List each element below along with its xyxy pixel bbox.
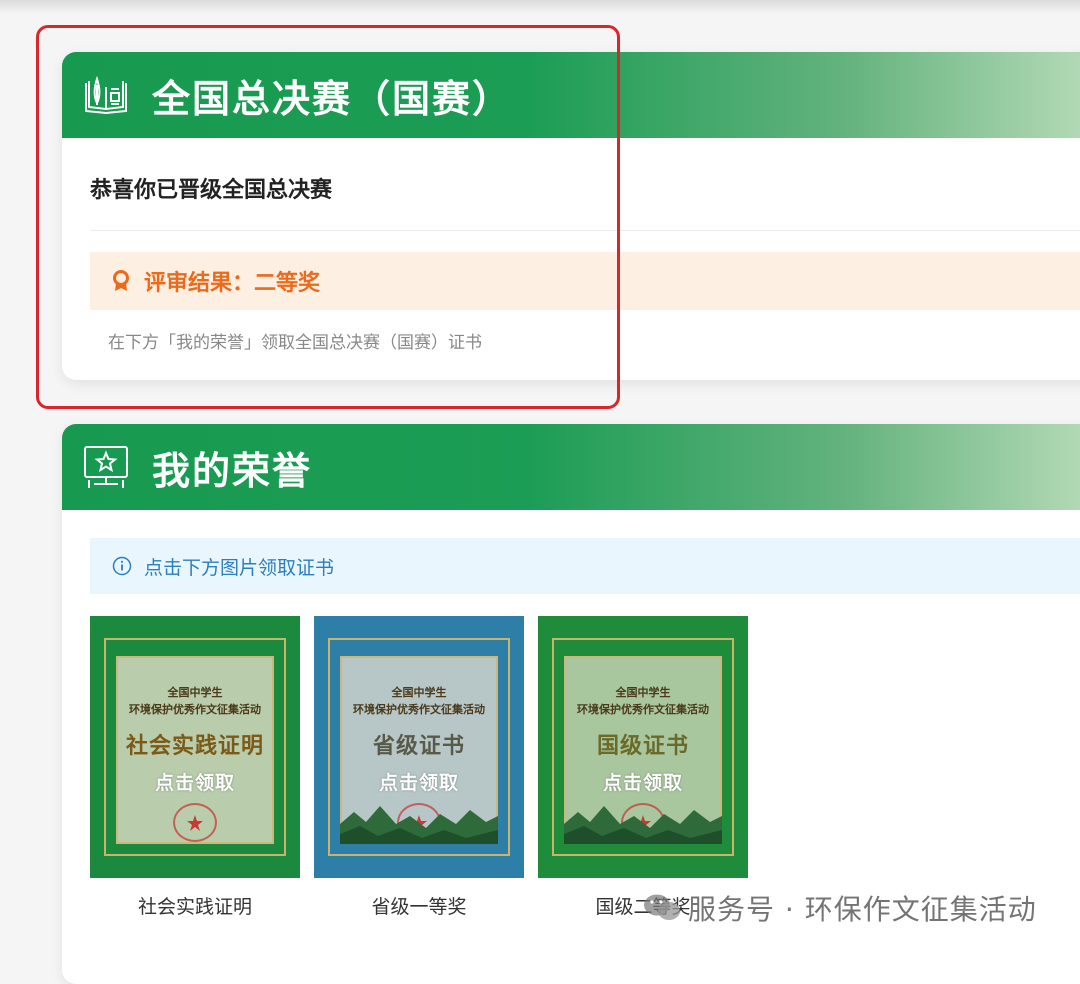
certificate-caption[interactable]: 省级一等奖: [314, 892, 524, 919]
certificate-org: 全国中学生 环境保护优秀作文征集活动: [353, 686, 485, 716]
result-bar: 评审结果：二等奖: [90, 252, 1080, 310]
certificate-provincial[interactable]: 全国中学生 环境保护优秀作文征集活动 省级证书 点击领取 省级一等奖: [314, 616, 524, 919]
mountain-decoration: [340, 806, 498, 844]
certificate-org: 全国中学生 环境保护优秀作文征集活动: [129, 686, 261, 716]
certificate-title: 国级证书: [596, 733, 689, 759]
certificate-image[interactable]: 全国中学生 环境保护优秀作文征集活动 省级证书 点击领取: [314, 616, 524, 878]
certificate-org: 全国中学生 环境保护优秀作文征集活动: [577, 686, 709, 716]
certificate-claim-label: 点击领取: [378, 772, 459, 794]
certificate-list: 全国中学生 环境保护优秀作文征集活动 社会实践证明 点击领取 社会实践证明 全国…: [90, 616, 748, 919]
top-shadow: [0, 0, 1080, 14]
certificate-title: 社会实践证明: [125, 733, 264, 759]
certificate-image[interactable]: 全国中学生 环境保护优秀作文征集活动 社会实践证明 点击领取: [90, 616, 300, 878]
certificate-title: 省级证书: [372, 733, 465, 759]
certificate-social-practice[interactable]: 全国中学生 环境保护优秀作文征集活动 社会实践证明 点击领取 社会实践证明: [90, 616, 300, 919]
claim-hint-text: 在下方「我的荣誉」领取全国总决赛（国赛）证书: [108, 333, 482, 353]
my-honors-header: 我的荣誉: [62, 424, 1080, 510]
certificate-claim-label: 点击领取: [154, 772, 235, 794]
certificate-image[interactable]: 全国中学生 环境保护优秀作文征集活动 国级证书 点击领取: [538, 616, 748, 878]
watermark-text: 服务号 · 环保作文征集活动: [688, 893, 1037, 926]
certificate-caption[interactable]: 社会实践证明: [90, 892, 300, 919]
national-final-header: 全国总决赛（国赛）: [62, 52, 1080, 138]
my-honors-title: 我的荣誉: [152, 448, 313, 493]
book-plant-icon: [82, 71, 130, 119]
seal-icon: [173, 803, 217, 842]
certificate-paper: 全国中学生 环境保护优秀作文征集活动 社会实践证明 点击领取: [116, 656, 274, 844]
mountain-decoration: [564, 806, 722, 844]
national-final-card: 全国总决赛（国赛） 恭喜你已晋级全国总决赛 评审结果：二等奖 在下方「我的荣誉」…: [62, 52, 1080, 380]
national-final-title: 全国总决赛（国赛）: [152, 76, 513, 121]
wechat-icon: [642, 892, 682, 924]
divider: [90, 230, 1080, 231]
result-text: 评审结果：二等奖: [144, 271, 321, 296]
certificate-claim-label: 点击领取: [602, 772, 683, 794]
info-bar: 点击下方图片领取证书: [90, 538, 1080, 594]
info-icon: [112, 556, 132, 576]
watermark: 服务号 · 环保作文征集活动: [642, 888, 1037, 928]
certificate-national[interactable]: 全国中学生 环境保护优秀作文征集活动 国级证书 点击领取 国级二等奖: [538, 616, 748, 919]
congrats-text: 恭喜你已晋级全国总决赛: [90, 178, 333, 203]
info-text: 点击下方图片领取证书: [144, 556, 335, 579]
award-pin-icon: [112, 270, 130, 292]
computer-star-icon: [82, 443, 130, 491]
